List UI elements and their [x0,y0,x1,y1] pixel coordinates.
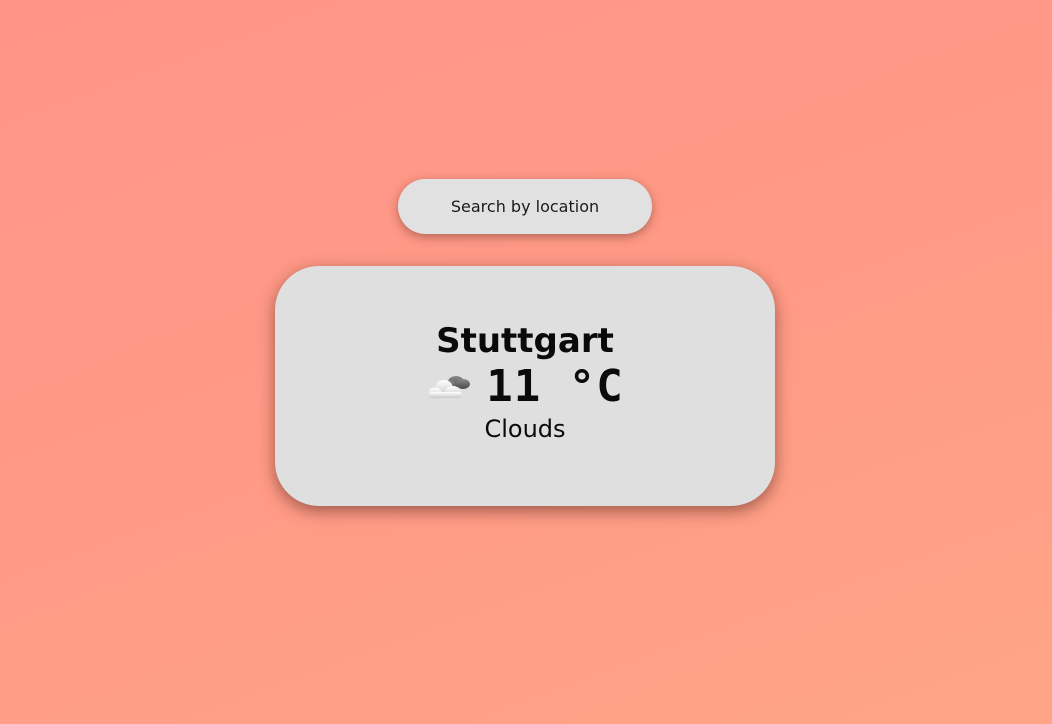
weather-card: Stuttgart 11 °C Clouds [275,266,775,506]
cloud-icon [426,370,472,404]
weather-condition: Clouds [484,415,566,444]
temperature: 11 °C [486,360,624,412]
temperature-row: 11 °C [426,360,624,412]
city-name: Stuttgart [436,320,614,361]
search-input[interactable] [398,179,652,234]
search-bar [398,179,652,234]
